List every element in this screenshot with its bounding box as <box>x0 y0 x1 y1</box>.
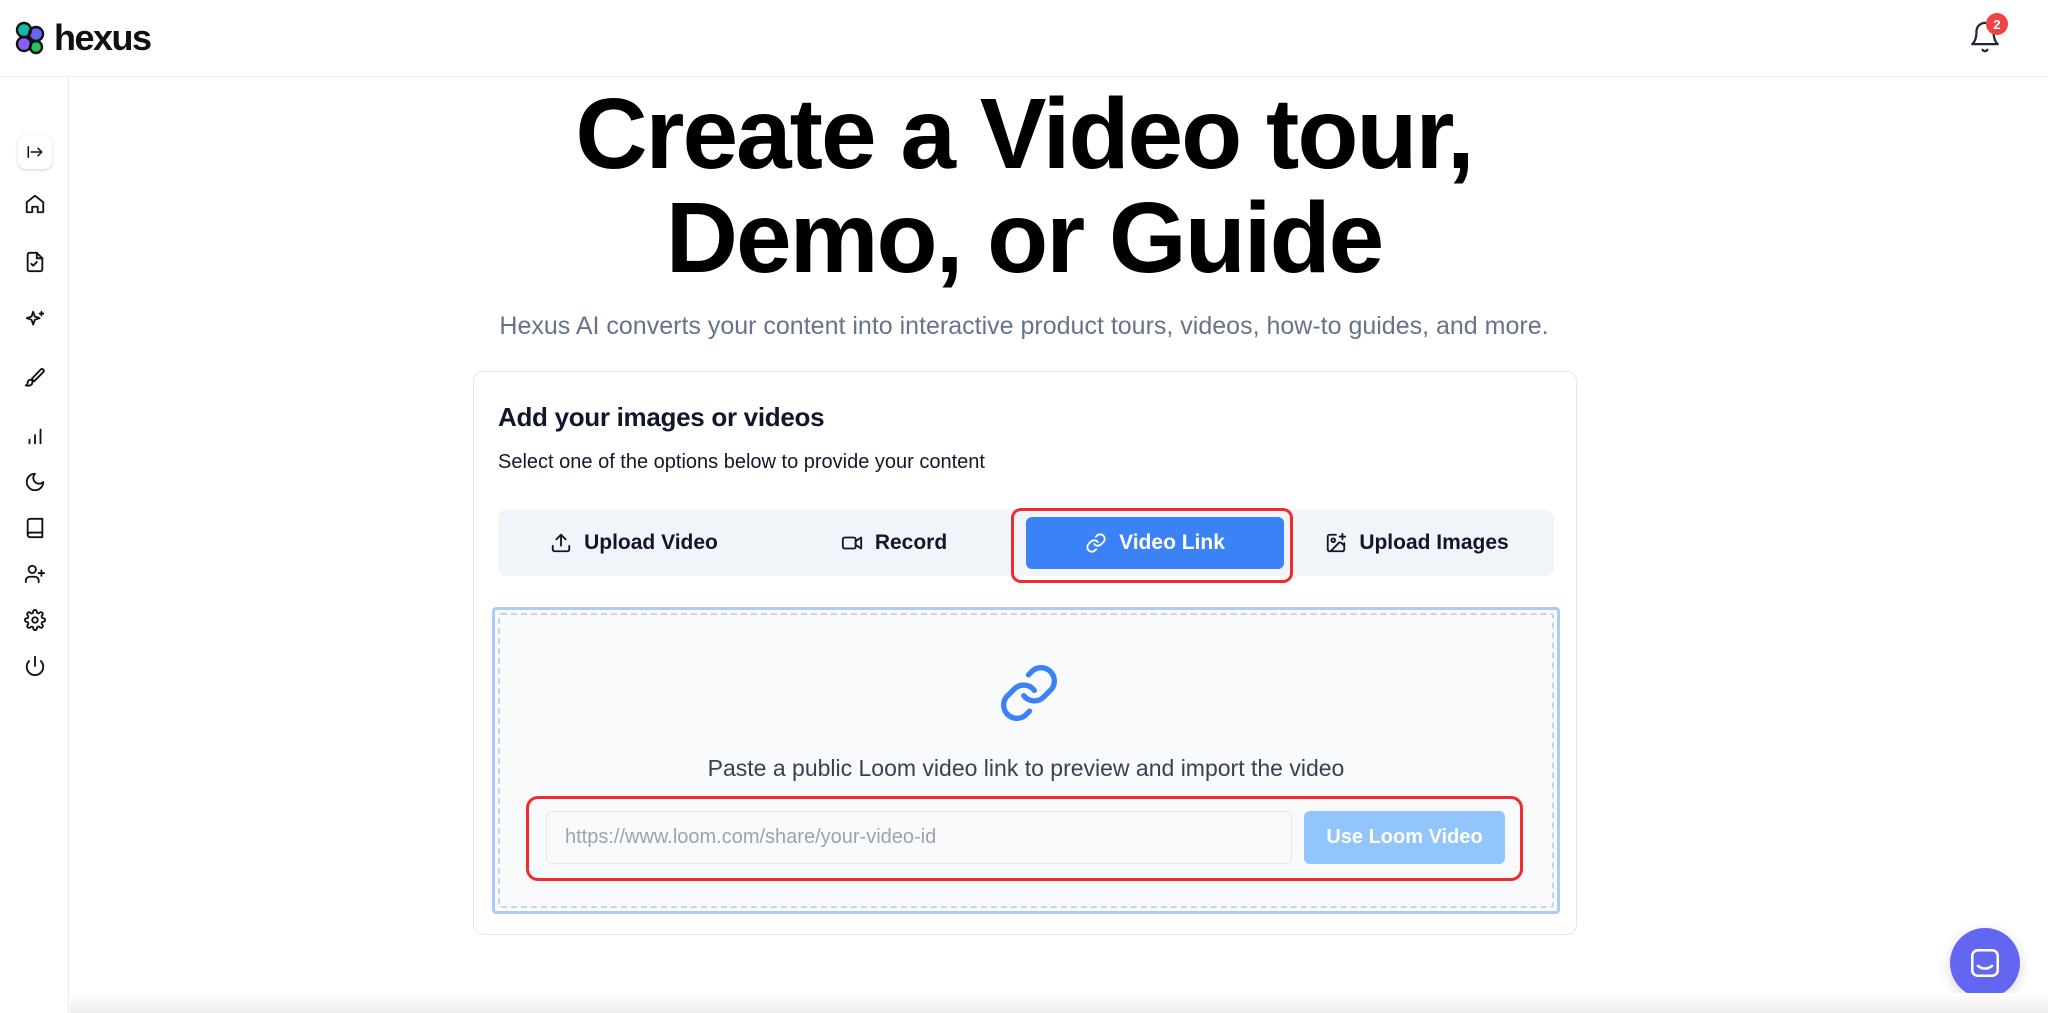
tab-label: Video Link <box>1119 531 1225 554</box>
sidebar-item-branding[interactable] <box>22 365 48 391</box>
tab-label: Upload Video <box>584 531 718 554</box>
tab-video-link[interactable]: Video Link <box>1026 517 1284 569</box>
loom-url-input[interactable] <box>546 811 1292 864</box>
brand-logo[interactable]: hexus <box>12 17 152 58</box>
link-icon <box>1086 533 1106 553</box>
brand-name: hexus <box>54 17 152 58</box>
notification-count-badge: 2 <box>1986 13 2008 35</box>
sidebar-item-documents[interactable] <box>22 249 48 275</box>
page-subtitle: Hexus AI converts your content into inte… <box>499 312 1549 340</box>
brush-icon <box>24 368 45 387</box>
tab-label: Record <box>874 531 948 554</box>
sidebar-item-ai[interactable] <box>22 307 48 333</box>
sparkles-icon <box>25 310 45 326</box>
expand-sidebar-button[interactable] <box>18 135 52 169</box>
sidebar-item-settings[interactable] <box>22 607 48 633</box>
tab-label: Upload Images <box>1359 531 1509 554</box>
sidebar-item-logout[interactable] <box>22 653 48 679</box>
sidebar-item-home[interactable] <box>22 191 48 217</box>
video-camera-icon <box>841 536 862 550</box>
page-title: Create a Video tour, Demo, or Guide <box>420 82 1628 290</box>
home-icon <box>25 194 45 214</box>
support-chat-button[interactable] <box>1950 928 2020 998</box>
card-description: Select one of the options below to provi… <box>498 451 985 473</box>
tab-record[interactable]: Record <box>765 517 1023 569</box>
use-loom-video-button[interactable]: Use Loom Video <box>1304 811 1505 864</box>
upload-icon <box>551 533 571 553</box>
add-user-icon <box>24 564 46 584</box>
image-upload-icon <box>1327 532 1347 553</box>
sidebar <box>0 77 69 1013</box>
link-icon <box>1001 665 1057 721</box>
content-source-card: Add your images or videos Select one of … <box>473 371 1577 935</box>
source-tabs: Upload Video Record Video Link Upload Im… <box>498 510 1554 576</box>
document-check-icon <box>26 251 44 273</box>
tab-upload-video[interactable]: Upload Video <box>505 517 763 569</box>
sidebar-item-theme[interactable] <box>22 469 48 495</box>
page-title-line1: Create a Video tour, <box>575 78 1474 190</box>
video-link-dropzone: Paste a public Loom video link to previe… <box>492 607 1560 914</box>
sidebar-item-analytics[interactable] <box>22 423 48 449</box>
settings-icon <box>24 609 46 631</box>
hexus-logo-icon <box>15 21 45 55</box>
book-icon <box>26 517 44 539</box>
sidebar-item-invite[interactable] <box>22 561 48 587</box>
page-title-line2: Demo, or Guide <box>665 182 1385 294</box>
expand-sidebar-icon <box>27 146 43 158</box>
sidebar-item-docs[interactable] <box>22 515 48 541</box>
moon-icon <box>25 472 45 492</box>
tab-upload-images[interactable]: Upload Images <box>1288 517 1546 569</box>
power-icon <box>25 655 45 676</box>
card-title: Add your images or videos <box>498 402 825 432</box>
bottom-shade <box>70 993 2048 1013</box>
dropzone-instruction: Paste a public Loom video link to previe… <box>707 755 1345 781</box>
chat-icon <box>1970 948 2000 978</box>
top-header: hexus 2 <box>0 0 2048 77</box>
bar-chart-icon <box>28 428 42 445</box>
